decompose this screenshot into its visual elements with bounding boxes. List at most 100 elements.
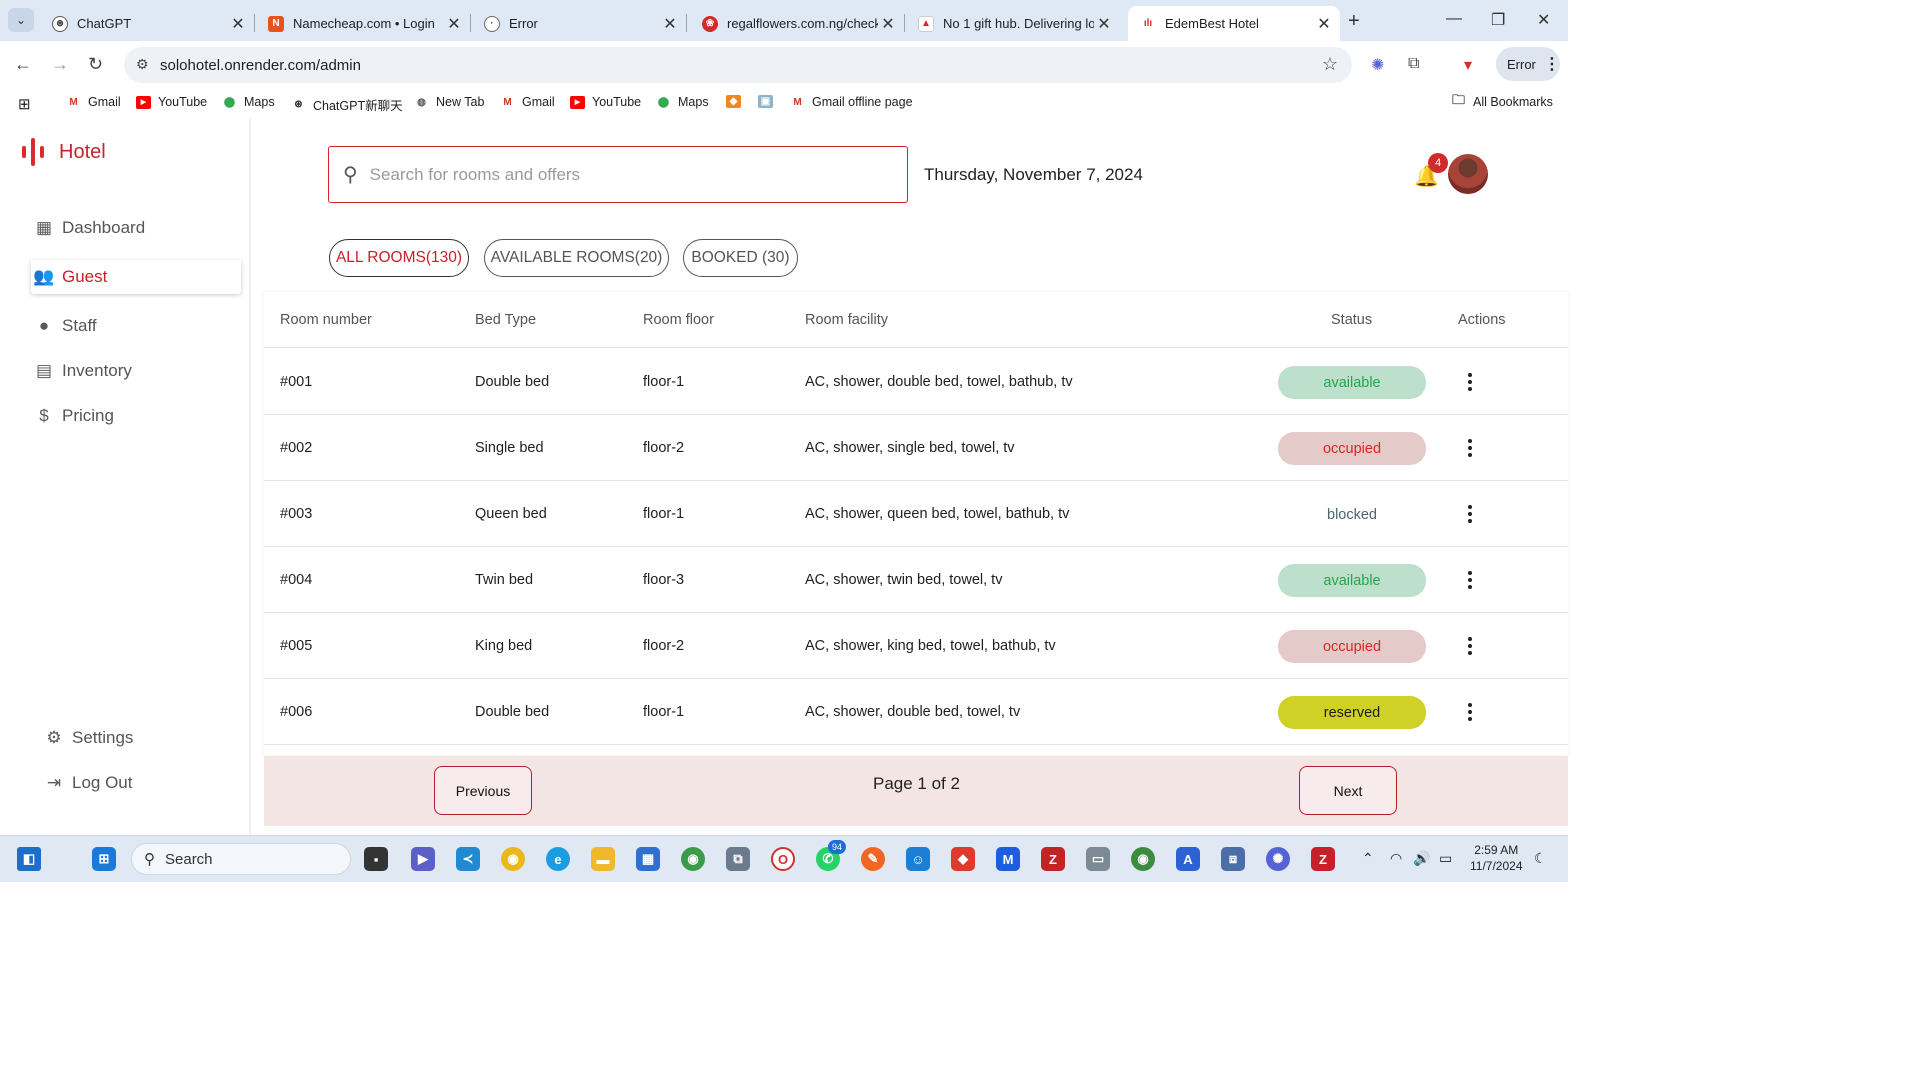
browser-tab[interactable]: ▲ No 1 gift hub. Delivering lo ✕ <box>906 6 1120 41</box>
close-tab-icon[interactable]: ✕ <box>1314 14 1334 34</box>
bookmark-extension[interactable]: ◆ <box>726 95 748 108</box>
row-actions-kebab-icon[interactable] <box>1460 697 1480 727</box>
task-view-icon[interactable]: ▪ <box>364 847 388 871</box>
table-row[interactable]: #002 Single bed floor-2 AC, shower, sing… <box>264 415 1568 481</box>
window-close-icon[interactable]: ✕ <box>1537 10 1550 30</box>
bookmark-youtube[interactable]: ▶ YouTube <box>136 95 207 109</box>
taskbar-search[interactable]: ⚲ Search <box>131 843 351 875</box>
avatar[interactable] <box>1448 154 1488 194</box>
sidebar-item-guest[interactable]: 👥 Guest <box>31 260 241 294</box>
battery-icon[interactable]: ▭ <box>1439 850 1452 867</box>
vscode-icon[interactable]: ≺ <box>456 847 480 871</box>
restore-icon[interactable]: ❐ <box>1491 10 1505 30</box>
bookmark-extension[interactable]: ▣ <box>758 95 780 108</box>
widgets-icon[interactable]: ◧ <box>17 847 41 871</box>
close-tab-icon[interactable]: ✕ <box>228 14 248 34</box>
previous-page-button[interactable]: Previous <box>434 766 532 815</box>
app-icon[interactable]: ☺ <box>906 847 930 871</box>
next-page-button[interactable]: Next <box>1299 766 1397 815</box>
extensions-puzzle-icon[interactable]: ⧉ <box>1408 55 1419 73</box>
bookmark-gmail[interactable]: M Gmail <box>66 95 120 109</box>
row-actions-kebab-icon[interactable] <box>1460 433 1480 463</box>
browser-tab[interactable]: ⊛ ChatGPT ✕ <box>40 6 255 41</box>
chrome-profile-icon[interactable]: ◉ <box>681 847 705 871</box>
network-icon[interactable]: ⧈ <box>1221 847 1245 871</box>
filter-booked[interactable]: BOOKED (30) <box>683 239 798 277</box>
edge-icon[interactable]: e <box>546 847 570 871</box>
sidebar-item-logout[interactable]: ⇥ Log Out <box>41 766 251 800</box>
apps-grid-icon[interactable]: ⊞ <box>18 95 31 113</box>
extension-icon[interactable]: ✺ <box>1371 55 1384 75</box>
taskbar-clock[interactable]: 2:59 AM 11/7/2024 <box>1470 842 1523 874</box>
address-bar[interactable]: ⚙ solohotel.onrender.com/admin ☆ <box>124 47 1352 83</box>
filezilla-icon[interactable]: Z <box>1041 847 1065 871</box>
network-tool-icon[interactable]: ⧉ <box>726 847 750 871</box>
minimize-icon[interactable]: — <box>1446 10 1462 28</box>
close-tab-icon[interactable]: ✕ <box>660 14 680 34</box>
close-tab-icon[interactable]: ✕ <box>878 14 898 34</box>
chevron-up-icon[interactable]: ⌃ <box>1362 850 1374 867</box>
bookmark-star-icon[interactable]: ☆ <box>1322 54 1338 75</box>
chrome-alt-icon[interactable]: ◉ <box>1131 847 1155 871</box>
site-info-icon[interactable]: ⚙ <box>136 56 149 73</box>
sidebar-item-inventory[interactable]: ▤ Inventory <box>31 354 241 388</box>
filezilla-server-icon[interactable]: Z <box>1311 847 1335 871</box>
table-row[interactable]: #003 Queen bed floor-1 AC, shower, queen… <box>264 481 1568 547</box>
extension-app-icon[interactable]: ✺ <box>1266 847 1290 871</box>
remote-desktop-icon[interactable]: ▭ <box>1086 847 1110 871</box>
table-row[interactable]: #005 King bed floor-2 AC, shower, king b… <box>264 613 1568 679</box>
column-header: Room number <box>280 312 372 328</box>
translate-icon[interactable]: A <box>1176 847 1200 871</box>
sidebar-item-dashboard[interactable]: ▦ Dashboard <box>31 211 241 245</box>
close-tab-icon[interactable]: ✕ <box>1094 14 1114 34</box>
bookmark-gmail[interactable]: M Gmail <box>500 95 554 109</box>
file-explorer-icon[interactable]: ▬ <box>591 847 615 871</box>
profile-error-button[interactable]: Error ⋮ <box>1496 47 1560 81</box>
reload-icon[interactable]: ↻ <box>88 54 103 75</box>
browser-tab-active[interactable]: ılı EdemBest Hotel ✕ <box>1128 6 1340 41</box>
filter-available-rooms[interactable]: AVAILABLE ROOMS(20) <box>484 239 669 277</box>
bookmark-gmail-offline[interactable]: M Gmail offline page <box>790 95 912 109</box>
all-bookmarks[interactable]: 🗀 All Bookmarks <box>1451 92 1553 109</box>
profile-icon[interactable]: ▾ <box>1464 55 1472 75</box>
table-row[interactable]: #006 Double bed floor-1 AC, shower, doub… <box>264 679 1568 745</box>
close-tab-icon[interactable]: ✕ <box>444 14 464 34</box>
bookmark-chatgpt[interactable]: ⊛ ChatGPT新聊天 <box>291 95 402 114</box>
browser-tab[interactable]: · Error ✕ <box>472 6 687 41</box>
url-text[interactable]: solohotel.onrender.com/admin <box>160 57 361 74</box>
chrome-icon[interactable]: ◉ <box>501 847 525 871</box>
filter-all-rooms[interactable]: ALL ROOMS(130) <box>329 239 469 277</box>
browser-tab[interactable]: N Namecheap.com • Login ✕ <box>256 6 471 41</box>
anydesk-icon[interactable]: ◆ <box>951 847 975 871</box>
back-arrow-icon[interactable]: ← <box>14 54 32 75</box>
browser-tab[interactable]: ❀ regalflowers.com.ng/check ✕ <box>690 6 905 41</box>
bookmark-new-tab[interactable]: ◍ New Tab <box>414 95 484 109</box>
sidebar-item-staff[interactable]: ● Staff <box>31 309 241 343</box>
row-actions-kebab-icon[interactable] <box>1460 565 1480 595</box>
table-row[interactable]: #004 Twin bed floor-3 AC, shower, twin b… <box>264 547 1568 613</box>
do-not-disturb-icon[interactable]: ☾ <box>1534 850 1547 867</box>
bookmark-youtube[interactable]: ▶ YouTube <box>570 95 641 109</box>
volume-icon[interactable]: 🔊 <box>1413 850 1430 867</box>
sidebar-item-settings[interactable]: ⚙ Settings <box>41 721 251 755</box>
room-search-box[interactable]: ⚲ <box>328 146 908 203</box>
sidebar-item-pricing[interactable]: $ Pricing <box>31 399 241 433</box>
postman-icon[interactable]: ✎ <box>861 847 885 871</box>
search-input[interactable] <box>369 164 850 185</box>
store-icon[interactable]: ▦ <box>636 847 660 871</box>
bookmark-maps[interactable]: ⬤ Maps <box>222 95 275 109</box>
opera-icon[interactable]: O <box>771 847 795 871</box>
row-actions-kebab-icon[interactable] <box>1460 499 1480 529</box>
brand-logo[interactable]: Hotel <box>22 138 106 166</box>
row-actions-kebab-icon[interactable] <box>1460 631 1480 661</box>
table-row[interactable]: #001 Double bed floor-1 AC, shower, doub… <box>264 349 1568 415</box>
malwarebytes-icon[interactable]: M <box>996 847 1020 871</box>
row-actions-kebab-icon[interactable] <box>1460 367 1480 397</box>
new-tab-button[interactable]: + <box>1348 10 1360 33</box>
bookmark-maps[interactable]: ⬤ Maps <box>656 95 709 109</box>
teams-icon[interactable]: ▶ <box>411 847 435 871</box>
windows-start-icon[interactable]: ⊞ <box>92 847 116 871</box>
tab-search-button[interactable]: ⌄ <box>8 8 34 32</box>
wifi-icon[interactable]: ◠ <box>1390 850 1402 867</box>
forward-arrow-icon[interactable]: → <box>51 54 69 75</box>
